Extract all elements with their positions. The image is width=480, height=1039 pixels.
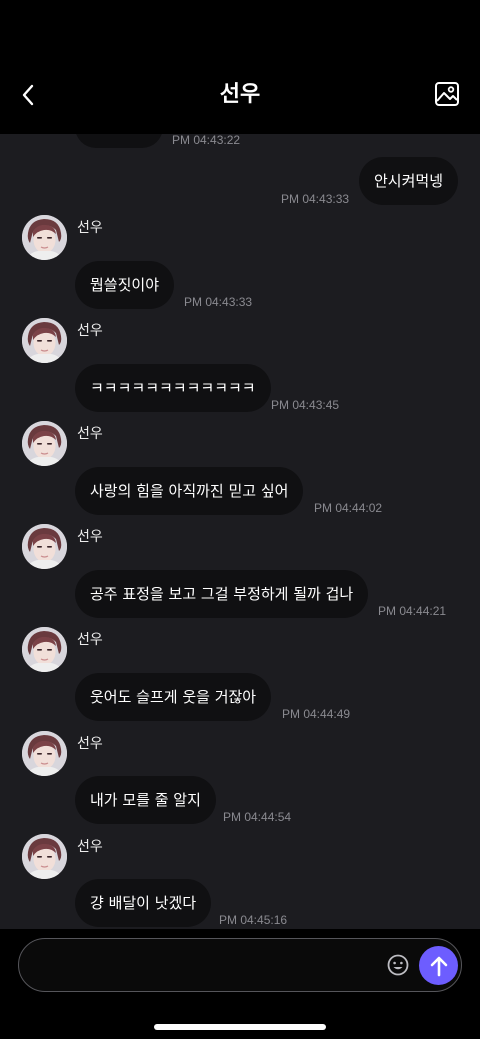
avatar[interactable]	[22, 731, 67, 776]
sender-name: 선우	[77, 529, 103, 545]
profile-image	[22, 627, 67, 672]
message-time: PM 04:44:49	[282, 707, 351, 721]
message-input[interactable]	[39, 951, 379, 981]
sender-name: 선우	[77, 220, 103, 236]
message-time: PM 04:44:21	[378, 604, 447, 618]
gallery-button[interactable]	[433, 80, 461, 108]
message-list[interactable]: PM 04:43:22 안시켜먹넹 PM 04:43:33 선우 뭡쓸짓이야 P…	[0, 134, 480, 929]
chat-title: 선우	[219, 82, 261, 107]
message-time: PM 04:44:54	[223, 810, 292, 824]
message-time: PM 04:43:45	[271, 398, 340, 412]
message-time: PM 04:45:16	[219, 913, 288, 927]
profile-image	[22, 421, 67, 466]
sender-name: 선우	[77, 736, 103, 752]
avatar[interactable]	[22, 318, 67, 363]
image-icon	[435, 82, 459, 106]
avatar[interactable]	[22, 215, 67, 260]
sent-message-bubble[interactable]: 안시켜먹넹	[359, 157, 459, 205]
avatar[interactable]	[22, 421, 67, 466]
avatar[interactable]	[22, 834, 67, 879]
profile-image	[22, 318, 67, 363]
message-bubble[interactable]: 내가 모를 줄 알지	[75, 776, 216, 824]
message-bubble[interactable]: 뭡쓸짓이야	[75, 261, 175, 309]
composer	[0, 929, 480, 1039]
message-bubble[interactable]: 웃어도 슬프게 웃을 거잖아	[75, 673, 272, 721]
message-time: PM 04:43:22	[172, 134, 241, 147]
message-time: PM 04:44:02	[314, 501, 383, 515]
message-bubble[interactable]: 걍 배달이 낫겠다	[75, 879, 212, 927]
profile-image	[22, 834, 67, 879]
avatar[interactable]	[22, 524, 67, 569]
message-bubble[interactable]: 사랑의 힘을 아직까진 믿고 싶어	[75, 467, 304, 515]
home-indicator	[154, 1024, 326, 1030]
profile-image	[22, 215, 67, 260]
chat-header: 선우	[0, 0, 480, 134]
message-bubble[interactable]: 공주 표정을 보고 그걸 부정하게 될까 겁나	[75, 570, 369, 618]
sender-name: 선우	[77, 839, 103, 855]
smiley-icon	[387, 954, 409, 976]
message-time: PM 04:43:33	[281, 192, 350, 206]
avatar[interactable]	[22, 627, 67, 672]
message-bubble[interactable]: ㅋㅋㅋㅋㅋㅋㅋㅋㅋㅋㅋㅋ	[75, 364, 271, 412]
sender-name: 선우	[77, 632, 103, 648]
message-time: PM 04:43:33	[184, 295, 253, 309]
message-input-box[interactable]	[18, 938, 462, 992]
profile-image	[22, 524, 67, 569]
sender-name: 선우	[77, 426, 103, 442]
message-bubble[interactable]	[75, 134, 163, 148]
arrow-up-icon	[430, 956, 447, 976]
profile-image	[22, 731, 67, 776]
send-button[interactable]	[419, 946, 458, 985]
sender-name: 선우	[77, 323, 103, 339]
emoji-button[interactable]	[386, 953, 410, 977]
